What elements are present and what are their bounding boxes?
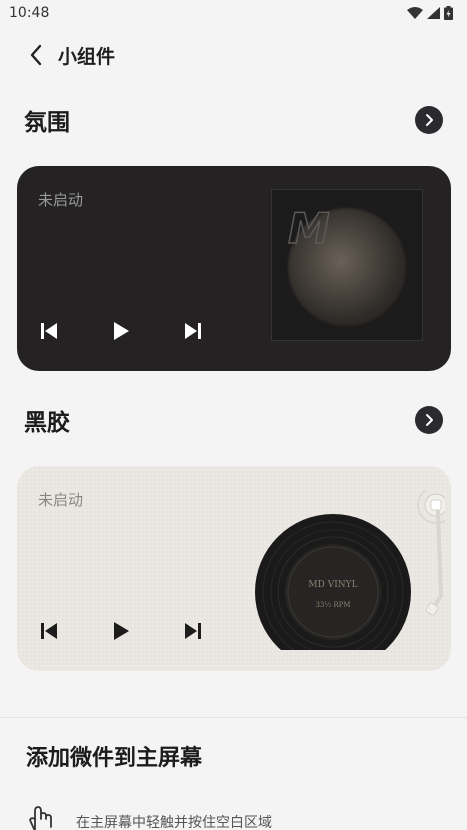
ambience-widget-card[interactable]: 未启动 M <box>17 166 451 371</box>
status-time: 10:48 <box>9 5 50 21</box>
vinyl-play-button[interactable] <box>107 613 179 649</box>
album-art: M <box>271 189 423 341</box>
skip-next-icon <box>185 323 201 339</box>
section-title-vinyl: 黑胶 <box>24 410 70 436</box>
section-header-ambience: 氛围 <box>0 100 467 140</box>
add-widget-hint: 在主屏幕中轻触并按住空白区域 <box>26 804 272 830</box>
ambience-status: 未启动 <box>38 191 84 209</box>
vinyl-widget-card[interactable]: 未启动 MD VINYL 33⅓ RPM <box>17 466 451 671</box>
vinyl-graphic: MD VINYL 33⅓ RPM <box>255 486 451 670</box>
divider <box>0 717 467 718</box>
wifi-icon <box>407 7 423 19</box>
section-title-ambience: 氛围 <box>24 110 70 136</box>
vinyl-record: MD VINYL 33⅓ RPM <box>255 486 451 670</box>
vinyl-more-button[interactable] <box>415 406 443 434</box>
battery-icon <box>444 6 453 20</box>
ambience-controls <box>35 313 251 349</box>
signal-icon <box>427 7 440 19</box>
vinyl-label-title: MD VINYL <box>308 580 357 590</box>
vinyl-label-rpm: 33⅓ RPM <box>315 601 350 609</box>
ambience-more-button[interactable] <box>415 106 443 134</box>
app-bar: 小组件 <box>0 34 467 76</box>
add-widget-title: 添加微件到主屏幕 <box>26 746 203 771</box>
ambience-prev-button[interactable] <box>35 313 107 349</box>
ambience-next-button[interactable] <box>179 313 251 349</box>
skip-previous-icon <box>41 323 57 339</box>
play-icon <box>114 322 129 340</box>
album-logo: M <box>287 203 330 254</box>
chevron-right-icon <box>426 414 433 426</box>
page-title: 小组件 <box>58 45 116 68</box>
vinyl-prev-button[interactable] <box>35 613 107 649</box>
skip-previous-icon <box>41 623 57 639</box>
status-icons <box>407 6 453 20</box>
vinyl-next-button[interactable] <box>179 613 251 649</box>
back-arrow-icon <box>30 44 42 66</box>
back-button[interactable] <box>18 37 54 73</box>
skip-next-icon <box>185 623 201 639</box>
ambience-play-button[interactable] <box>107 313 179 349</box>
play-icon <box>114 622 129 640</box>
section-header-vinyl: 黑胶 <box>0 400 467 440</box>
status-bar: 10:48 <box>0 0 467 26</box>
add-widget-hint-text: 在主屏幕中轻触并按住空白区域 <box>76 815 272 830</box>
vinyl-controls <box>35 613 251 649</box>
touch-hand-icon <box>29 806 52 830</box>
vinyl-status: 未启动 <box>38 491 84 509</box>
chevron-right-icon <box>426 114 433 126</box>
